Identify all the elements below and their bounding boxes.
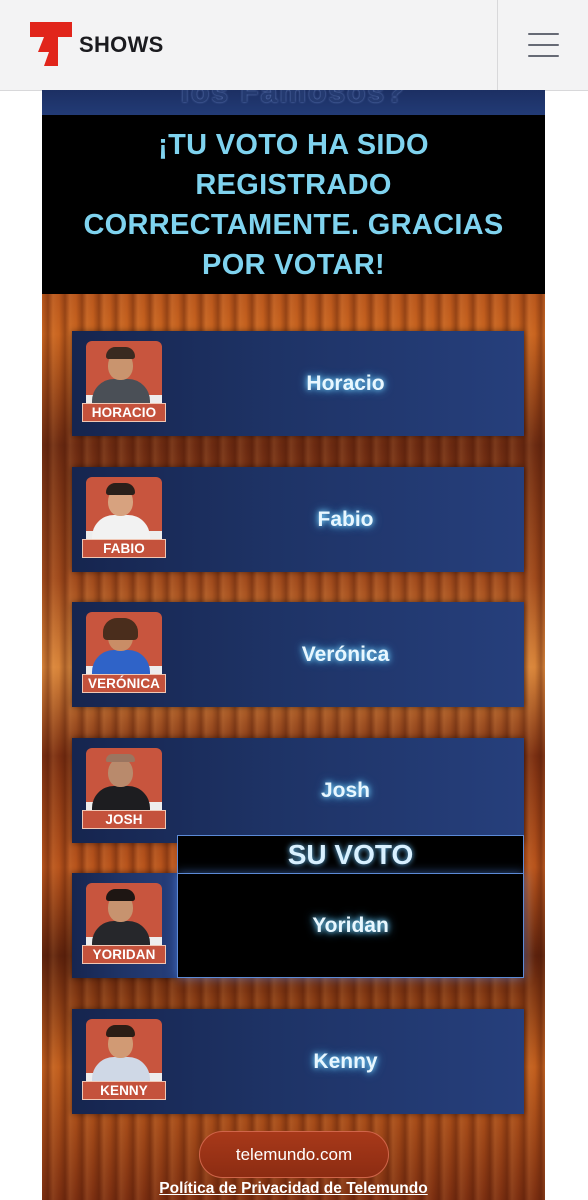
contestant-badge: FABIO bbox=[82, 539, 166, 558]
contestant-badge: JOSH bbox=[82, 810, 166, 829]
contestant-name: Yoridan bbox=[312, 913, 389, 937]
contestant-card-horacio[interactable]: HORACIO Horacio bbox=[72, 331, 524, 436]
contestant-card-veronica[interactable]: VERÓNICA Verónica bbox=[72, 602, 524, 707]
contestant-badge: VERÓNICA bbox=[82, 674, 166, 693]
contestant-card-fabio[interactable]: FABIO Fabio bbox=[72, 467, 524, 572]
contestant-name: Josh bbox=[320, 778, 370, 802]
vote-confirmation-banner: ¡TU VOTO HA SIDO REGISTRADO CORRECTAMENT… bbox=[42, 115, 545, 294]
hamburger-menu-icon[interactable] bbox=[498, 0, 588, 90]
brand-label[interactable]: SHOWS bbox=[79, 32, 164, 58]
question-text-partial: los Famosos? bbox=[180, 90, 407, 109]
top-bar: SHOWS bbox=[0, 0, 588, 91]
contestant-name: Horacio bbox=[306, 371, 385, 395]
contestant-photo: HORACIO bbox=[82, 341, 166, 422]
contestant-card-kenny[interactable]: KENNY Kenny bbox=[72, 1009, 524, 1114]
contestant-badge: HORACIO bbox=[82, 403, 166, 422]
contestant-photo-tile-yoridan[interactable]: YORIDAN bbox=[72, 873, 177, 978]
contestant-photo: KENNY bbox=[82, 1019, 166, 1100]
telemundo-site-button[interactable]: telemundo.com bbox=[199, 1131, 389, 1178]
question-banner: los Famosos? bbox=[42, 90, 545, 115]
contestant-name: Fabio bbox=[317, 507, 374, 531]
contestant-card-yoridan-selected[interactable]: Yoridan bbox=[177, 873, 524, 978]
contestant-photo: VERÓNICA bbox=[82, 612, 166, 693]
privacy-policy-link[interactable]: Política de Privacidad de Telemundo bbox=[42, 1180, 545, 1198]
vote-panel: los Famosos? ¡TU VOTO HA SIDO REGISTRADO… bbox=[42, 90, 545, 1200]
contestant-name: Kenny bbox=[313, 1049, 378, 1073]
contestant-card-josh[interactable]: JOSH Josh bbox=[72, 738, 524, 843]
contestant-badge: KENNY bbox=[82, 1081, 166, 1100]
contestant-badge: YORIDAN bbox=[82, 945, 166, 964]
contestant-photo: YORIDAN bbox=[82, 883, 166, 964]
contestant-photo: FABIO bbox=[82, 477, 166, 558]
contestant-name: Verónica bbox=[301, 642, 390, 666]
telemundo-logo-icon[interactable] bbox=[30, 22, 72, 66]
your-vote-label: SU VOTO bbox=[177, 835, 524, 873]
contestant-photo: JOSH bbox=[82, 748, 166, 829]
vote-confirmation-text: ¡TU VOTO HA SIDO REGISTRADO CORRECTAMENT… bbox=[83, 128, 504, 281]
